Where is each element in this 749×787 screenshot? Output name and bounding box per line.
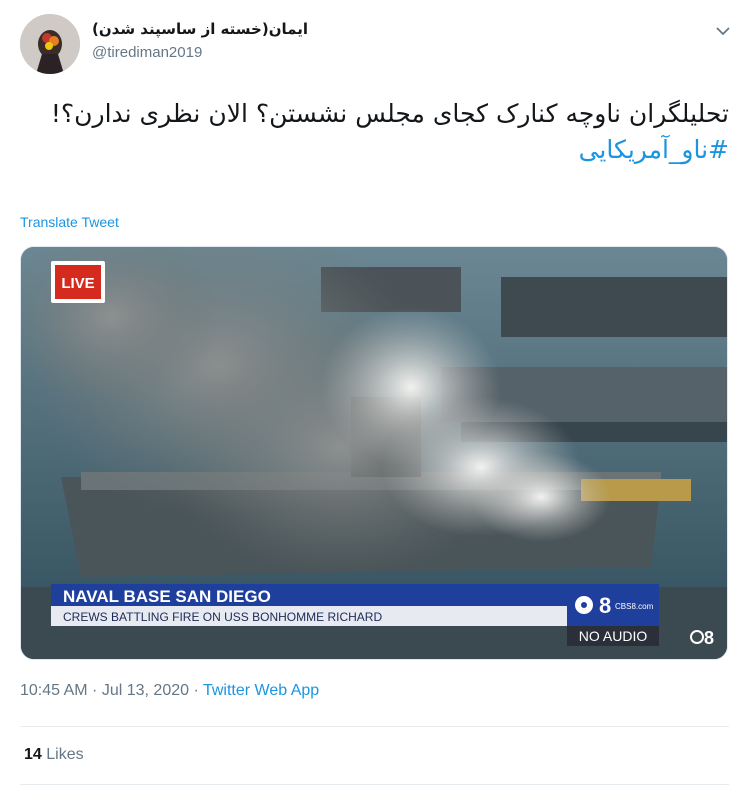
display-name[interactable]: ایمان(خسته از ساسپند شدن) [92,20,308,38]
channel-site: CBS8.com [615,602,654,611]
tweet-header: ایمان(خسته از ساسپند شدن) @tirediman2019 [20,14,732,76]
tweet-media[interactable]: LIVE NAVAL BASE SAN DIEGO CREWS BATTLING… [20,246,728,660]
lower-third-subtitle: CREWS BATTLING FIRE ON USS BONHOMME RICH… [63,610,382,624]
tweet-time[interactable]: 10:45 AM [20,682,88,699]
divider [20,726,729,727]
tweet-meta: 10:45 AM · Jul 13, 2020 · Twitter Web Ap… [20,682,319,700]
tweet-body: تحلیلگران ناوچه کنارک کجای مجلس نشستن؟ ا… [50,99,729,128]
user-names: ایمان(خسته از ساسپند شدن) @tirediman2019 [92,20,308,61]
no-audio-label: NO AUDIO [579,628,648,644]
tweet-text: تحلیلگران ناوچه کنارک کجای مجلس نشستن؟ ا… [19,96,729,168]
channel-logo-number: 8 [599,593,611,618]
likes-stat[interactable]: 14 Likes [24,746,84,764]
translate-tweet-link[interactable]: Translate Tweet [20,214,119,230]
live-badge-text: LIVE [61,275,94,292]
tweet-source-link[interactable]: Twitter Web App [203,682,319,699]
user-handle[interactable]: @tirediman2019 [92,44,308,61]
meta-separator: · [87,682,102,699]
corner-logo: 8 [704,628,714,648]
divider-bottom [20,784,729,785]
likes-count: 14 [24,746,42,763]
hashtag-link[interactable]: #ناو_آمریکایی [19,132,729,168]
avatar[interactable] [20,14,80,74]
chevron-down-icon[interactable] [714,22,732,40]
tweet-date[interactable]: Jul 13, 2020 [102,682,189,699]
meta-separator-2: · [189,682,203,699]
lower-third-title: NAVAL BASE SAN DIEGO [63,587,271,606]
likes-label: Likes [46,746,84,763]
tweet: ایمان(خسته از ساسپند شدن) @tirediman2019… [0,0,749,787]
